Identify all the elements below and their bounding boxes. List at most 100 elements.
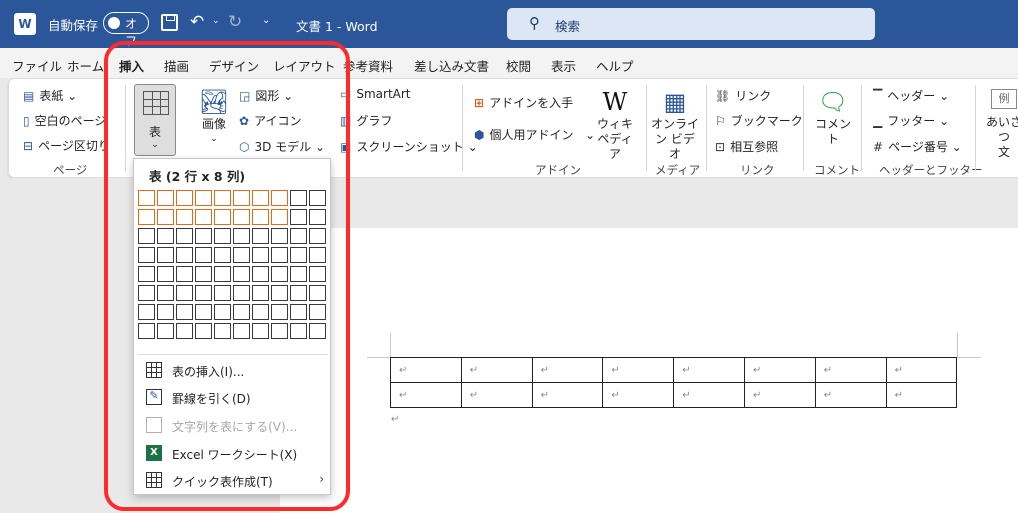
grid-picker-cell[interactable] xyxy=(271,323,288,339)
tab-mailings[interactable]: 差し込み文書 xyxy=(414,56,489,75)
table-button[interactable]: 表 ⌄ xyxy=(134,84,176,156)
grid-picker-cell[interactable] xyxy=(138,266,155,282)
grid-picker-cell[interactable] xyxy=(309,247,326,263)
grid-picker-cell[interactable] xyxy=(252,323,269,339)
grid-picker-cell[interactable] xyxy=(176,323,193,339)
header-button[interactable]: ▔ ヘッダー ⌄ xyxy=(873,87,949,104)
grid-picker-cell[interactable] xyxy=(271,247,288,263)
tab-draw[interactable]: 描画 xyxy=(164,56,189,75)
excel-worksheet-menu-item[interactable]: X Excel ワークシート(X) xyxy=(134,440,332,466)
page-break-button[interactable]: ⊟ ページ区切り xyxy=(23,137,110,154)
undo-icon[interactable]: ↶ xyxy=(190,12,204,32)
table-cell[interactable]: ↵ xyxy=(602,357,675,383)
undo-dropdown-icon[interactable]: ⌄ xyxy=(212,16,220,26)
tab-help[interactable]: ヘルプ xyxy=(596,56,634,75)
grid-picker-cell[interactable] xyxy=(214,323,231,339)
redo-icon[interactable]: ↻ xyxy=(228,12,242,32)
grid-picker-cell[interactable] xyxy=(252,228,269,244)
blank-page-button[interactable]: ▯ 空白のページ xyxy=(23,112,106,129)
table-grid-picker[interactable] xyxy=(138,190,328,342)
grid-picker-cell[interactable] xyxy=(157,304,174,320)
grid-picker-cell[interactable] xyxy=(176,266,193,282)
grid-picker-cell[interactable] xyxy=(176,285,193,301)
grid-picker-cell[interactable] xyxy=(138,247,155,263)
grid-picker-cell[interactable] xyxy=(214,209,231,225)
tab-insert[interactable]: 挿入 xyxy=(119,56,145,81)
grid-picker-cell[interactable] xyxy=(252,190,269,206)
grid-picker-cell[interactable] xyxy=(252,304,269,320)
link-button[interactable]: ⛓ リンク xyxy=(715,87,771,104)
wikipedia-button[interactable]: W ウィキ ペディア xyxy=(595,87,635,162)
grid-picker-cell[interactable] xyxy=(271,304,288,320)
icons-button[interactable]: ✿ アイコン xyxy=(239,112,301,129)
cross-reference-button[interactable]: ⊡ 相互参照 xyxy=(715,138,778,155)
grid-picker-cell[interactable] xyxy=(195,266,212,282)
table-cell[interactable]: ↵ xyxy=(673,357,745,383)
grid-picker-cell[interactable] xyxy=(271,209,288,225)
grid-picker-cell[interactable] xyxy=(290,304,307,320)
draw-table-menu-item[interactable]: ✎ 罫線を引く(D) xyxy=(134,384,332,410)
page-number-button[interactable]: # ページ番号 ⌄ xyxy=(873,138,962,155)
grid-picker-cell[interactable] xyxy=(214,247,231,263)
grid-picker-cell[interactable] xyxy=(290,190,307,206)
table-cell[interactable]: ↵ xyxy=(460,382,533,408)
grid-picker-cell[interactable] xyxy=(233,228,250,244)
grid-picker-cell[interactable] xyxy=(195,228,212,244)
save-icon[interactable] xyxy=(161,14,178,31)
grid-picker-cell[interactable] xyxy=(176,190,193,206)
grid-picker-cell[interactable] xyxy=(157,190,174,206)
autosave-toggle[interactable]: オフ xyxy=(103,12,149,48)
grid-picker-cell[interactable] xyxy=(138,190,155,206)
grid-picker-cell[interactable] xyxy=(309,266,326,282)
grid-picker-cell[interactable] xyxy=(271,285,288,301)
grid-picker-cell[interactable] xyxy=(138,209,155,225)
tab-references[interactable]: 参考資料 xyxy=(343,56,393,75)
grid-picker-cell[interactable] xyxy=(252,209,269,225)
tab-view[interactable]: 表示 xyxy=(551,56,576,75)
table-cell[interactable]: ↵ xyxy=(390,382,462,408)
grid-picker-cell[interactable] xyxy=(138,304,155,320)
grid-picker-cell[interactable] xyxy=(214,304,231,320)
grid-picker-cell[interactable] xyxy=(157,323,174,339)
insert-table-menu-item[interactable]: 表の挿入(I)... xyxy=(134,357,332,383)
screenshot-button[interactable]: ▣ スクリーンショット ⌄ xyxy=(340,138,478,155)
tab-file[interactable]: ファイル xyxy=(12,56,62,75)
tab-design[interactable]: デザイン xyxy=(209,56,259,75)
grid-picker-cell[interactable] xyxy=(271,266,288,282)
grid-picker-cell[interactable] xyxy=(233,190,250,206)
grid-picker-cell[interactable] xyxy=(195,323,212,339)
grid-picker-cell[interactable] xyxy=(271,228,288,244)
grid-picker-cell[interactable] xyxy=(157,285,174,301)
table-cell[interactable]: ↵ xyxy=(390,357,462,383)
3d-models-button[interactable]: ⬡ 3D モデル ⌄ xyxy=(239,138,325,155)
grid-picker-cell[interactable] xyxy=(233,323,250,339)
grid-picker-cell[interactable] xyxy=(195,190,212,206)
grid-picker-cell[interactable] xyxy=(214,285,231,301)
grid-picker-cell[interactable] xyxy=(233,209,250,225)
table-cell[interactable]: ↵ xyxy=(673,382,745,408)
grid-picker-cell[interactable] xyxy=(195,304,212,320)
grid-picker-cell[interactable] xyxy=(157,266,174,282)
grid-picker-cell[interactable] xyxy=(290,228,307,244)
shapes-button[interactable]: ◲ 図形 ⌄ xyxy=(239,87,293,104)
grid-picker-cell[interactable] xyxy=(138,228,155,244)
grid-picker-cell[interactable] xyxy=(309,323,326,339)
grid-picker-cell[interactable] xyxy=(176,304,193,320)
grid-picker-cell[interactable] xyxy=(233,266,250,282)
table-cell[interactable]: ↵ xyxy=(743,357,816,383)
document-table[interactable]: ↵ ↵ ↵ ↵ ↵ ↵ ↵ ↵ ↵ ↵ ↵ ↵ ↵ ↵ ↵ ↵ xyxy=(390,357,958,408)
quick-tables-menu-item[interactable]: クイック表作成(T) › xyxy=(134,467,332,493)
grid-picker-cell[interactable] xyxy=(214,228,231,244)
comment-button[interactable]: 🗨 コメント xyxy=(811,87,855,147)
table-cell[interactable]: ↵ xyxy=(602,382,675,408)
online-video-button[interactable]: ▦ オンライ ン ビデオ xyxy=(651,87,699,162)
grid-picker-cell[interactable] xyxy=(252,247,269,263)
table-cell[interactable]: ↵ xyxy=(885,357,958,383)
grid-picker-cell[interactable] xyxy=(157,209,174,225)
bookmark-button[interactable]: ⚐ ブックマーク xyxy=(715,112,803,129)
chart-button[interactable]: ▥ グラフ xyxy=(340,112,392,129)
grid-picker-cell[interactable] xyxy=(157,228,174,244)
grid-picker-cell[interactable] xyxy=(138,323,155,339)
grid-picker-cell[interactable] xyxy=(252,266,269,282)
grid-picker-cell[interactable] xyxy=(214,190,231,206)
